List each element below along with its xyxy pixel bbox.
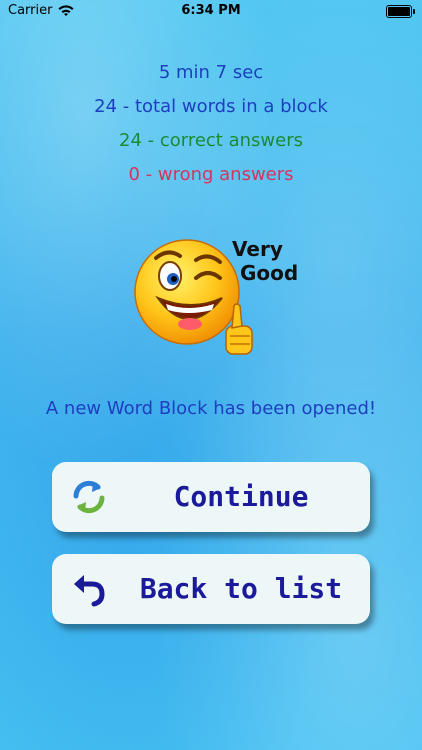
back-to-list-label: Back to list xyxy=(139,572,343,605)
continue-button[interactable]: Continue xyxy=(52,462,370,532)
correct-answers: 24 - correct answers xyxy=(119,130,303,151)
total-words: 24 - total words in a block xyxy=(94,96,328,117)
back-arrow-icon xyxy=(74,575,105,607)
refresh-arrows-icon xyxy=(73,480,105,514)
status-time: 6:34 PM xyxy=(181,3,241,18)
status-bar: Carrier 6:34 PM xyxy=(0,0,422,22)
battery-icon xyxy=(386,5,415,18)
badge-text-good: Good xyxy=(240,261,299,285)
wrong-answers: 0 - wrong answers xyxy=(128,164,294,185)
back-to-list-button[interactable]: Back to list xyxy=(52,554,370,624)
continue-label: Continue xyxy=(173,480,309,513)
elapsed-time: 5 min 7 sec xyxy=(158,62,264,83)
result-badge: Very Good xyxy=(132,232,302,362)
badge-text-very: Very xyxy=(232,237,283,261)
block-opened-message: A new Word Block has been opened! xyxy=(45,398,377,419)
